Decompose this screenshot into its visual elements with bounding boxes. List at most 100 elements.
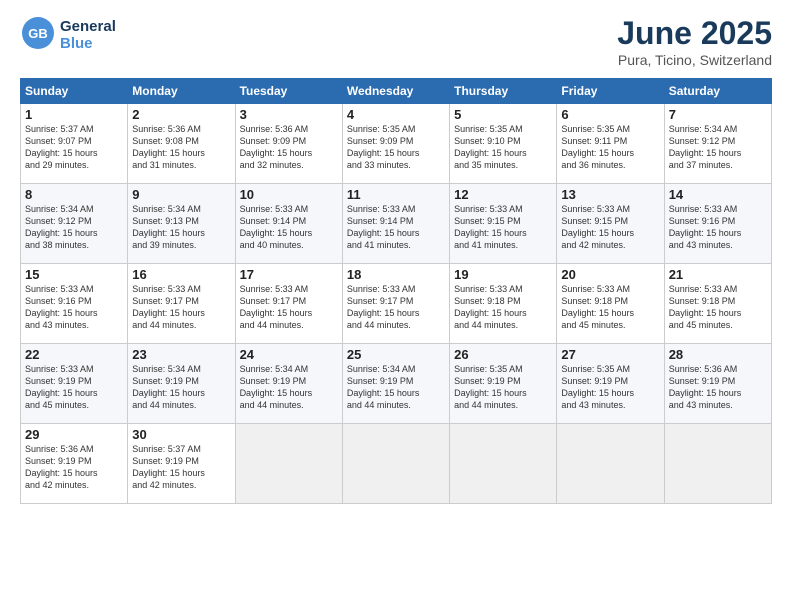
table-row: 8Sunrise: 5:34 AMSunset: 9:12 PMDaylight… bbox=[21, 184, 128, 264]
table-row: 13Sunrise: 5:33 AMSunset: 9:15 PMDayligh… bbox=[557, 184, 664, 264]
table-row: 19Sunrise: 5:33 AMSunset: 9:18 PMDayligh… bbox=[450, 264, 557, 344]
day-detail: Sunrise: 5:36 AMSunset: 9:19 PMDaylight:… bbox=[669, 363, 767, 412]
day-detail: Sunrise: 5:35 AMSunset: 9:09 PMDaylight:… bbox=[347, 123, 445, 172]
day-detail: Sunrise: 5:34 AMSunset: 9:19 PMDaylight:… bbox=[347, 363, 445, 412]
table-row: 4Sunrise: 5:35 AMSunset: 9:09 PMDaylight… bbox=[342, 104, 449, 184]
day-detail: Sunrise: 5:36 AMSunset: 9:09 PMDaylight:… bbox=[240, 123, 338, 172]
day-detail: Sunrise: 5:33 AMSunset: 9:17 PMDaylight:… bbox=[240, 283, 338, 332]
table-row: 6Sunrise: 5:35 AMSunset: 9:11 PMDaylight… bbox=[557, 104, 664, 184]
day-number: 30 bbox=[132, 427, 230, 442]
day-number: 23 bbox=[132, 347, 230, 362]
day-detail: Sunrise: 5:33 AMSunset: 9:19 PMDaylight:… bbox=[25, 363, 123, 412]
day-detail: Sunrise: 5:37 AMSunset: 9:07 PMDaylight:… bbox=[25, 123, 123, 172]
header-sunday: Sunday bbox=[21, 79, 128, 104]
table-row: 23Sunrise: 5:34 AMSunset: 9:19 PMDayligh… bbox=[128, 344, 235, 424]
table-row: 11Sunrise: 5:33 AMSunset: 9:14 PMDayligh… bbox=[342, 184, 449, 264]
calendar-row: 15Sunrise: 5:33 AMSunset: 9:16 PMDayligh… bbox=[21, 264, 772, 344]
day-detail: Sunrise: 5:35 AMSunset: 9:19 PMDaylight:… bbox=[454, 363, 552, 412]
day-detail: Sunrise: 5:37 AMSunset: 9:19 PMDaylight:… bbox=[132, 443, 230, 492]
header: GB General Blue June 2025 Pura, Ticino, … bbox=[20, 15, 772, 68]
day-detail: Sunrise: 5:33 AMSunset: 9:18 PMDaylight:… bbox=[454, 283, 552, 332]
header-wednesday: Wednesday bbox=[342, 79, 449, 104]
day-number: 26 bbox=[454, 347, 552, 362]
day-number: 11 bbox=[347, 187, 445, 202]
table-row: 10Sunrise: 5:33 AMSunset: 9:14 PMDayligh… bbox=[235, 184, 342, 264]
day-detail: Sunrise: 5:33 AMSunset: 9:15 PMDaylight:… bbox=[454, 203, 552, 252]
day-number: 10 bbox=[240, 187, 338, 202]
table-row bbox=[664, 424, 771, 504]
day-number: 4 bbox=[347, 107, 445, 122]
logo: GB General Blue bbox=[20, 15, 116, 56]
day-detail: Sunrise: 5:36 AMSunset: 9:08 PMDaylight:… bbox=[132, 123, 230, 172]
logo-blue: Blue bbox=[60, 36, 116, 53]
day-detail: Sunrise: 5:34 AMSunset: 9:12 PMDaylight:… bbox=[25, 203, 123, 252]
table-row: 3Sunrise: 5:36 AMSunset: 9:09 PMDaylight… bbox=[235, 104, 342, 184]
day-number: 20 bbox=[561, 267, 659, 282]
day-number: 12 bbox=[454, 187, 552, 202]
day-number: 25 bbox=[347, 347, 445, 362]
table-row: 16Sunrise: 5:33 AMSunset: 9:17 PMDayligh… bbox=[128, 264, 235, 344]
day-number: 5 bbox=[454, 107, 552, 122]
day-number: 16 bbox=[132, 267, 230, 282]
day-number: 8 bbox=[25, 187, 123, 202]
day-detail: Sunrise: 5:33 AMSunset: 9:14 PMDaylight:… bbox=[347, 203, 445, 252]
calendar-row: 8Sunrise: 5:34 AMSunset: 9:12 PMDaylight… bbox=[21, 184, 772, 264]
table-row bbox=[557, 424, 664, 504]
header-friday: Friday bbox=[557, 79, 664, 104]
day-number: 2 bbox=[132, 107, 230, 122]
calendar-row: 1Sunrise: 5:37 AMSunset: 9:07 PMDaylight… bbox=[21, 104, 772, 184]
day-number: 7 bbox=[669, 107, 767, 122]
day-number: 21 bbox=[669, 267, 767, 282]
header-thursday: Thursday bbox=[450, 79, 557, 104]
table-row: 2Sunrise: 5:36 AMSunset: 9:08 PMDaylight… bbox=[128, 104, 235, 184]
day-number: 17 bbox=[240, 267, 338, 282]
calendar-row: 29Sunrise: 5:36 AMSunset: 9:19 PMDayligh… bbox=[21, 424, 772, 504]
day-detail: Sunrise: 5:33 AMSunset: 9:14 PMDaylight:… bbox=[240, 203, 338, 252]
table-row: 29Sunrise: 5:36 AMSunset: 9:19 PMDayligh… bbox=[21, 424, 128, 504]
table-row bbox=[235, 424, 342, 504]
day-number: 24 bbox=[240, 347, 338, 362]
day-detail: Sunrise: 5:35 AMSunset: 9:10 PMDaylight:… bbox=[454, 123, 552, 172]
table-row: 17Sunrise: 5:33 AMSunset: 9:17 PMDayligh… bbox=[235, 264, 342, 344]
day-number: 13 bbox=[561, 187, 659, 202]
day-detail: Sunrise: 5:34 AMSunset: 9:13 PMDaylight:… bbox=[132, 203, 230, 252]
table-row: 15Sunrise: 5:33 AMSunset: 9:16 PMDayligh… bbox=[21, 264, 128, 344]
table-row: 30Sunrise: 5:37 AMSunset: 9:19 PMDayligh… bbox=[128, 424, 235, 504]
table-row: 12Sunrise: 5:33 AMSunset: 9:15 PMDayligh… bbox=[450, 184, 557, 264]
day-number: 3 bbox=[240, 107, 338, 122]
day-number: 28 bbox=[669, 347, 767, 362]
day-detail: Sunrise: 5:33 AMSunset: 9:17 PMDaylight:… bbox=[347, 283, 445, 332]
table-row bbox=[342, 424, 449, 504]
table-row: 14Sunrise: 5:33 AMSunset: 9:16 PMDayligh… bbox=[664, 184, 771, 264]
table-row: 7Sunrise: 5:34 AMSunset: 9:12 PMDaylight… bbox=[664, 104, 771, 184]
day-detail: Sunrise: 5:33 AMSunset: 9:16 PMDaylight:… bbox=[669, 203, 767, 252]
day-number: 6 bbox=[561, 107, 659, 122]
day-number: 18 bbox=[347, 267, 445, 282]
day-detail: Sunrise: 5:33 AMSunset: 9:18 PMDaylight:… bbox=[669, 283, 767, 332]
table-row: 27Sunrise: 5:35 AMSunset: 9:19 PMDayligh… bbox=[557, 344, 664, 424]
month-title: June 2025 bbox=[617, 15, 772, 52]
table-row: 18Sunrise: 5:33 AMSunset: 9:17 PMDayligh… bbox=[342, 264, 449, 344]
day-number: 15 bbox=[25, 267, 123, 282]
day-detail: Sunrise: 5:35 AMSunset: 9:11 PMDaylight:… bbox=[561, 123, 659, 172]
table-row: 26Sunrise: 5:35 AMSunset: 9:19 PMDayligh… bbox=[450, 344, 557, 424]
day-number: 22 bbox=[25, 347, 123, 362]
calendar-row: 22Sunrise: 5:33 AMSunset: 9:19 PMDayligh… bbox=[21, 344, 772, 424]
calendar-table: Sunday Monday Tuesday Wednesday Thursday… bbox=[20, 78, 772, 504]
logo-general: General bbox=[60, 19, 116, 36]
location: Pura, Ticino, Switzerland bbox=[617, 52, 772, 68]
table-row: 9Sunrise: 5:34 AMSunset: 9:13 PMDaylight… bbox=[128, 184, 235, 264]
day-detail: Sunrise: 5:34 AMSunset: 9:19 PMDaylight:… bbox=[132, 363, 230, 412]
day-number: 14 bbox=[669, 187, 767, 202]
page-container: GB General Blue June 2025 Pura, Ticino, … bbox=[0, 0, 792, 514]
header-saturday: Saturday bbox=[664, 79, 771, 104]
weekday-header-row: Sunday Monday Tuesday Wednesday Thursday… bbox=[21, 79, 772, 104]
table-row: 28Sunrise: 5:36 AMSunset: 9:19 PMDayligh… bbox=[664, 344, 771, 424]
table-row: 5Sunrise: 5:35 AMSunset: 9:10 PMDaylight… bbox=[450, 104, 557, 184]
table-row: 22Sunrise: 5:33 AMSunset: 9:19 PMDayligh… bbox=[21, 344, 128, 424]
table-row: 25Sunrise: 5:34 AMSunset: 9:19 PMDayligh… bbox=[342, 344, 449, 424]
day-detail: Sunrise: 5:33 AMSunset: 9:15 PMDaylight:… bbox=[561, 203, 659, 252]
day-detail: Sunrise: 5:33 AMSunset: 9:17 PMDaylight:… bbox=[132, 283, 230, 332]
svg-text:GB: GB bbox=[28, 26, 48, 41]
day-detail: Sunrise: 5:34 AMSunset: 9:12 PMDaylight:… bbox=[669, 123, 767, 172]
